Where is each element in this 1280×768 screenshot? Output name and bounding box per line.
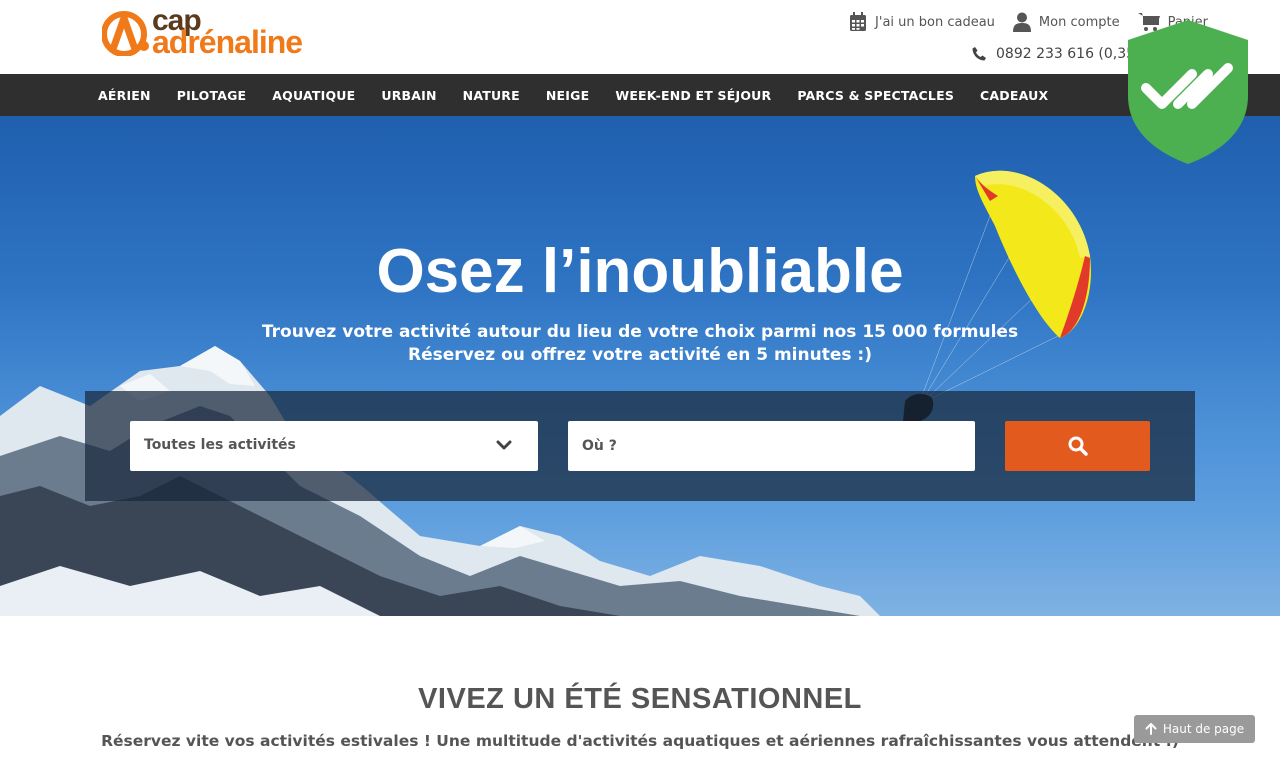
hero-subtitle-2: Réservez ou offrez votre activité en 5 m…	[408, 345, 872, 365]
back-to-top-button[interactable]: Haut de page	[1134, 715, 1255, 743]
nav-item-parcs-spectacles[interactable]: PARCS & SPECTACLES	[797, 88, 954, 103]
search-panel: Toutes les activités	[85, 391, 1195, 501]
search-button[interactable]	[1005, 421, 1150, 471]
logo-mark-icon	[102, 11, 149, 56]
hero-title: Osez l’inoubliable	[376, 237, 904, 306]
location-input[interactable]	[568, 421, 975, 471]
site-logo[interactable]: cap adrénaline	[100, 4, 320, 60]
logo-text-bottom: adrénaline	[152, 24, 303, 60]
section-description: Réservez vite vos activités estivales ! …	[101, 732, 1179, 750]
account-label: Mon compte	[1038, 14, 1120, 30]
nav-item-nature[interactable]: NATURE	[463, 88, 520, 103]
calendar-icon	[850, 12, 867, 31]
section-title: VIVEZ UN ÉTÉ SENSATIONNEL	[418, 683, 862, 715]
chevron-down-icon	[496, 440, 512, 450]
activity-select[interactable]: Toutes les activités	[130, 421, 538, 471]
account-link[interactable]: Mon compte	[1012, 12, 1120, 32]
gift-card-label: J'ai un bon cadeau	[875, 14, 995, 30]
hero-subtitle-1: Trouvez votre activité autour du lieu de…	[261, 322, 1019, 342]
arrow-up-icon	[1145, 723, 1157, 735]
nav-item-neige[interactable]: NEIGE	[546, 88, 589, 103]
hero-background-image	[0, 170, 1091, 616]
activity-select-value: Toutes les activités	[144, 437, 296, 453]
back-to-top-label: Haut de page	[1162, 722, 1245, 736]
site-header: cap adrénaline J'ai un bon cadeau Mon co…	[0, 0, 1280, 74]
phone-contact[interactable]: 0892 233 616 (0,35€	[972, 46, 1144, 62]
user-icon	[1012, 12, 1031, 32]
main-nav: AÉRIEN PILOTAGE AQUATIQUE URBAIN NATURE …	[0, 74, 1280, 116]
nav-item-pilotage[interactable]: PILOTAGE	[177, 88, 247, 103]
phone-icon	[972, 47, 986, 61]
phone-number: 0892 233 616 (0,35€	[996, 46, 1144, 62]
nav-item-urbain[interactable]: URBAIN	[381, 88, 436, 103]
gift-card-link[interactable]: J'ai un bon cadeau	[849, 12, 995, 32]
nav-item-cadeaux[interactable]: CADEAUX	[980, 88, 1048, 103]
search-icon	[1068, 436, 1088, 456]
nav-item-weekend-sejour[interactable]: WEEK-END ET SÉJOUR	[615, 88, 771, 103]
hero-banner: Osez l’inoubliable Trouvez votre activit…	[0, 116, 1280, 616]
nav-item-aquatique[interactable]: AQUATIQUE	[272, 88, 355, 103]
nav-item-aerien[interactable]: AÉRIEN	[98, 88, 151, 103]
shield-check-icon[interactable]	[1126, 18, 1250, 166]
